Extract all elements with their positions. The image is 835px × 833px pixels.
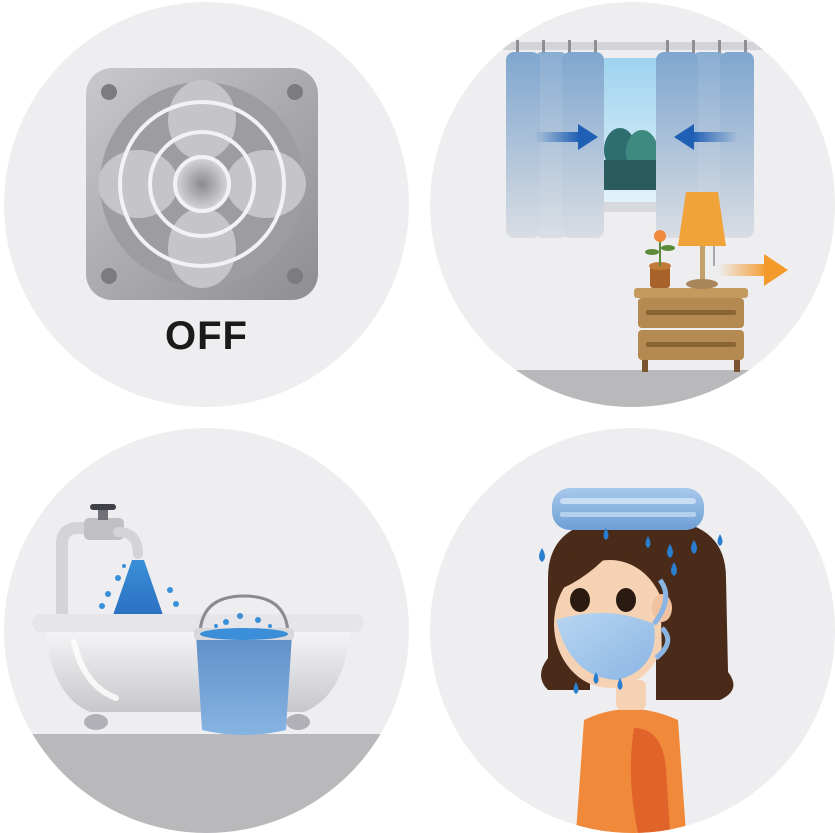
- person-mask-towel-illustration: [539, 488, 734, 833]
- fan-status-label: OFF: [165, 314, 248, 358]
- exhaust-fan-panel: OFF: [4, 2, 409, 407]
- bathtub-bucket-illustration: [4, 504, 409, 833]
- curtains-lamp-illustration: [430, 40, 835, 407]
- curtains-lamp-panel: [430, 2, 835, 407]
- bathtub-bucket-panel: [4, 428, 409, 833]
- person-mask-towel-panel: [430, 428, 835, 833]
